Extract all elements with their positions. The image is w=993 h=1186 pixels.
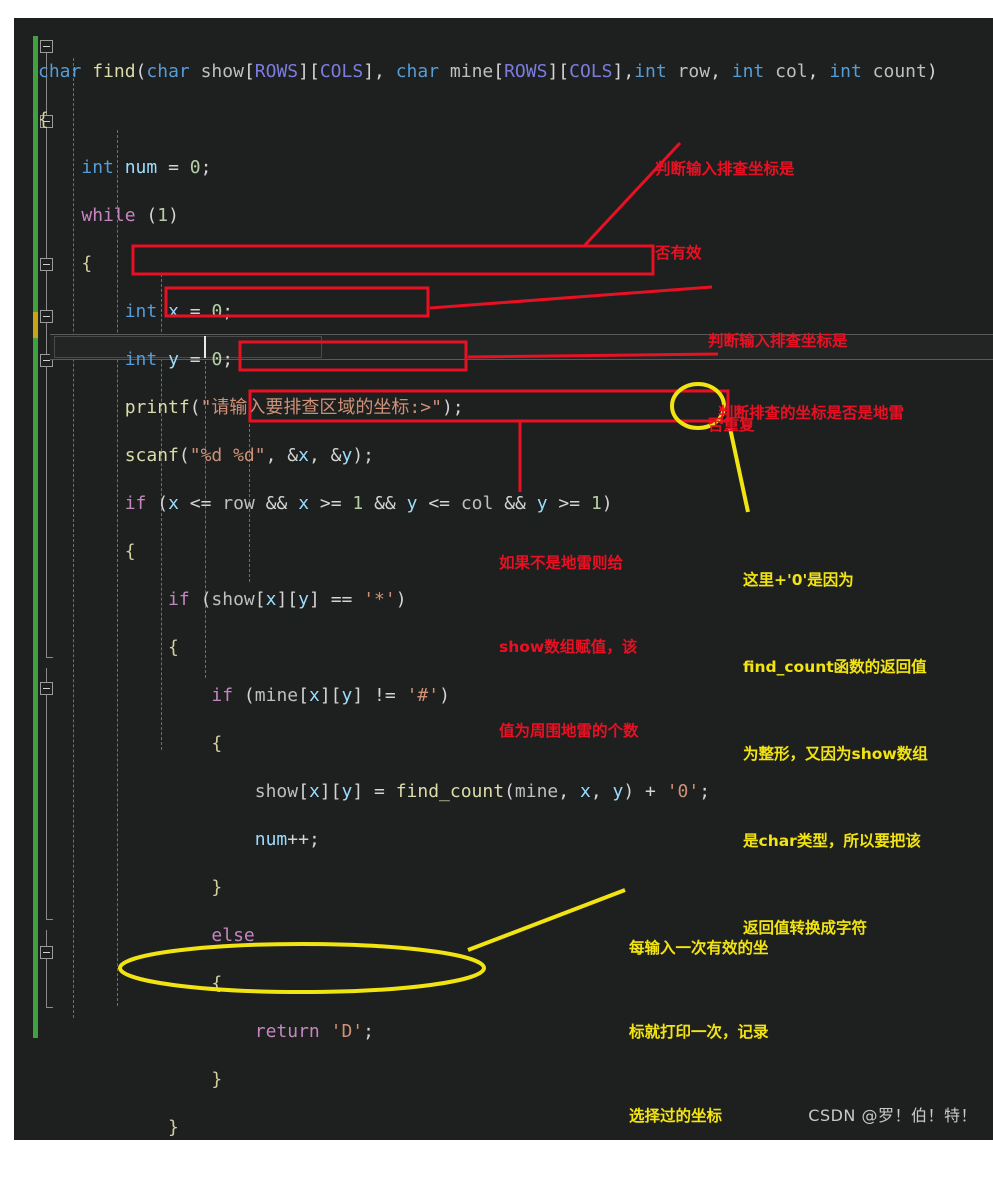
annotation-text-char-conversion: 这里+'0'是因为 find_count函数的返回值 为整形，又因为show数组… (743, 571, 928, 937)
code-line[interactable]: return 'D'; (38, 1020, 938, 1044)
code-line[interactable]: } (38, 1116, 938, 1140)
code-line[interactable]: { (38, 108, 938, 132)
annotation-text-is-mine: 判断排查的坐标是否是地雷 (718, 404, 905, 422)
code-line[interactable]: } (38, 1068, 938, 1092)
code-line[interactable]: char find(char show[ROWS][COLS], char mi… (38, 60, 938, 84)
code-line[interactable]: while (1) (38, 204, 938, 228)
code-line[interactable]: int num = 0; (38, 156, 938, 180)
screenshot-root: char find(char show[ROWS][COLS], char mi… (0, 0, 993, 1140)
csdn-watermark: CSDN @罗！伯！特！ (808, 1106, 977, 1125)
annotation-text-assign-show: 如果不是地雷则给 show数组赋值，该 值为周围地雷的个数 (499, 554, 639, 740)
